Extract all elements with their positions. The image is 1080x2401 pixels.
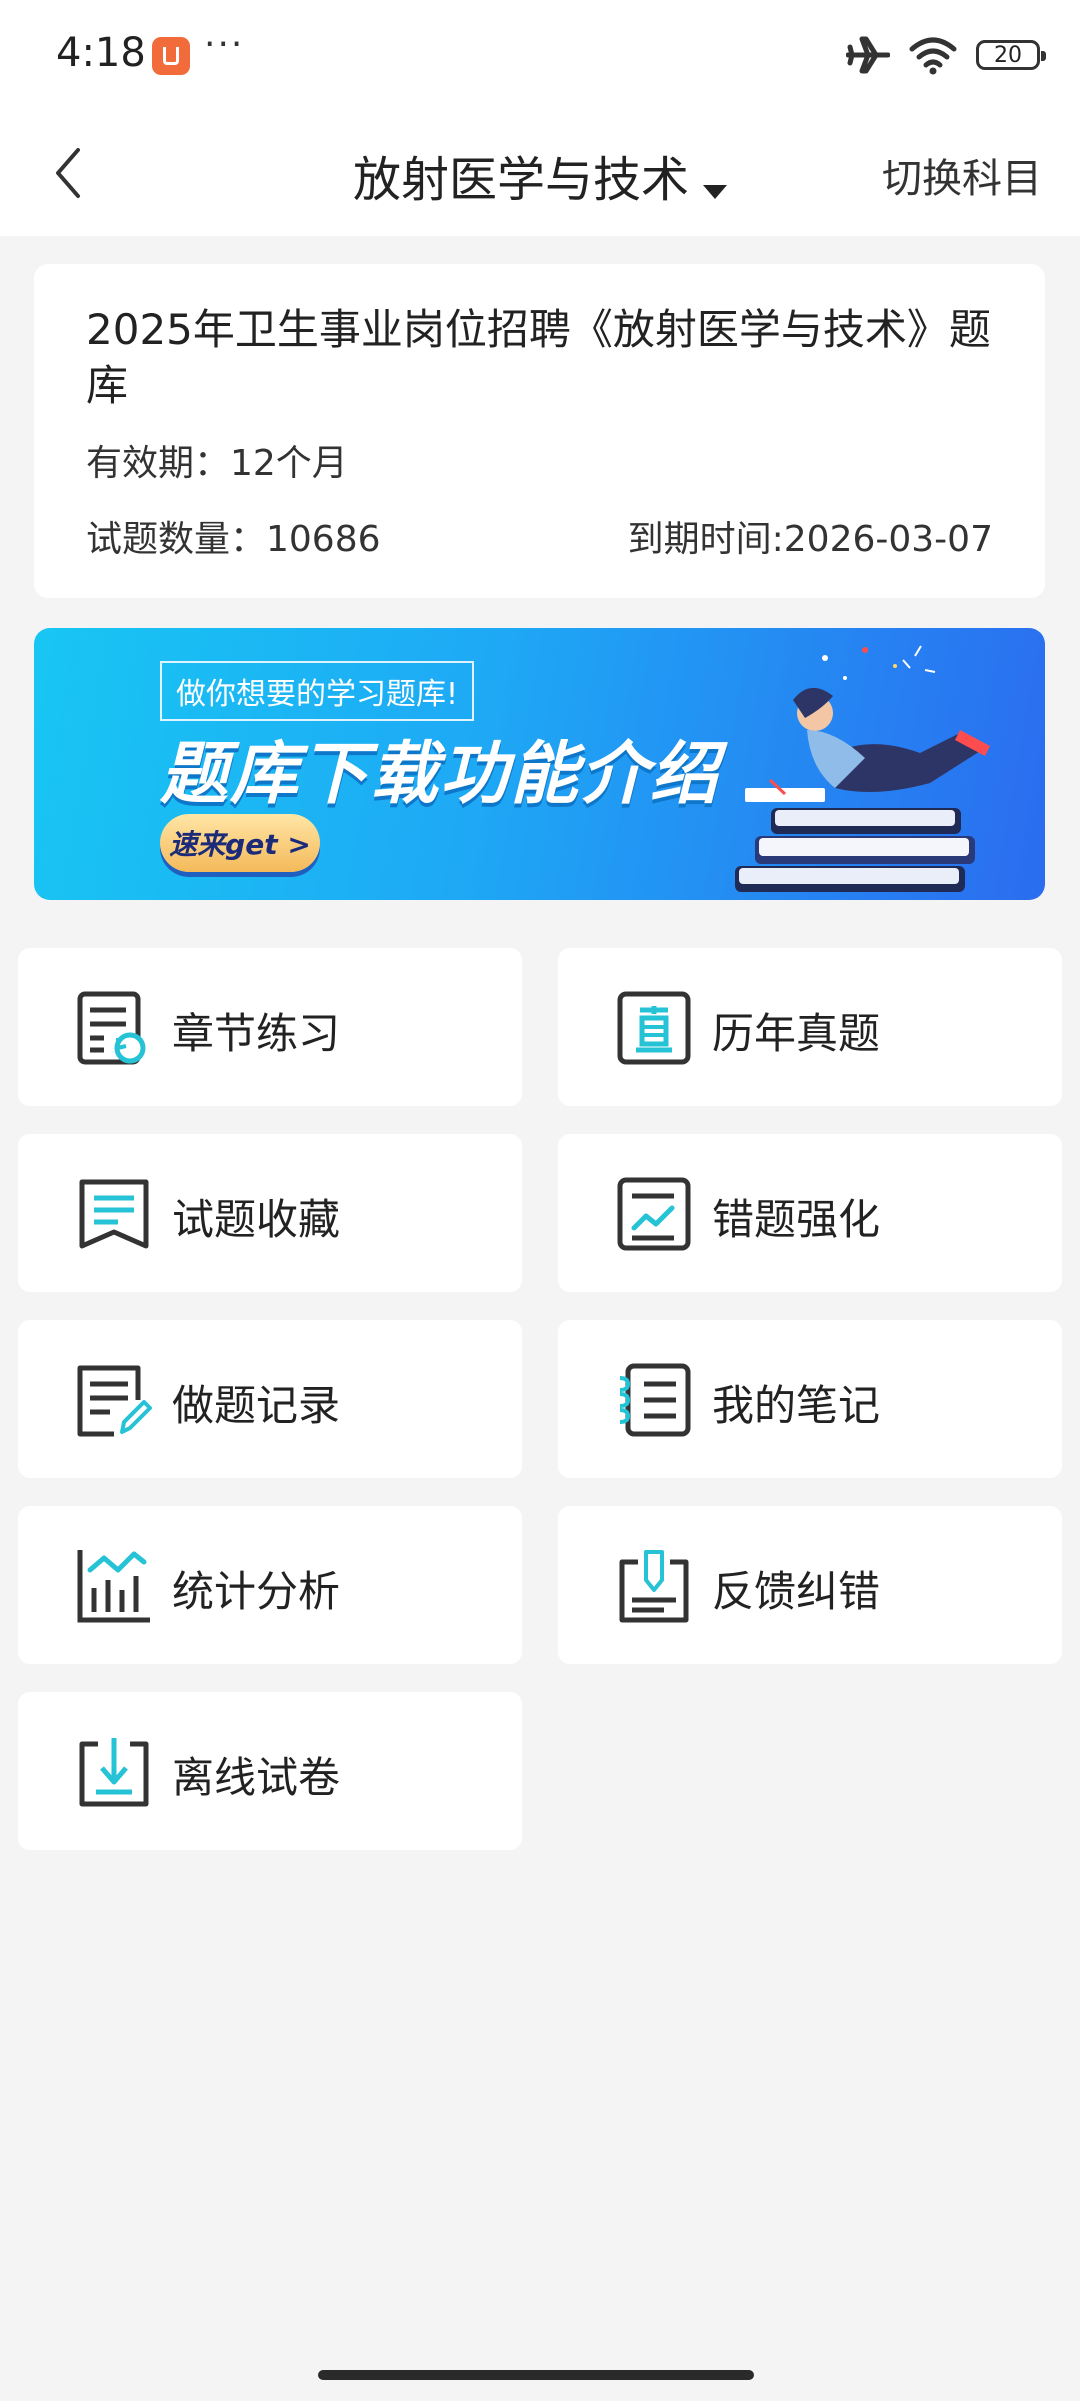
battery-icon: 20	[976, 40, 1046, 70]
notes-icon	[619, 1363, 691, 1437]
switch-subject-button[interactable]: 切换科目	[882, 146, 1042, 204]
menu-label: 试题收藏	[172, 1195, 341, 1244]
mistakes-icon	[617, 1177, 691, 1251]
question-bank-title: 2025年卫生事业岗位招聘《放射医学与技术》题库	[86, 305, 991, 410]
status-time: 4:18	[56, 30, 146, 76]
menu-tile-favorites[interactable]: 试题收藏	[18, 1134, 522, 1292]
menu-label: 我的笔记	[712, 1381, 881, 1430]
student-reading-illustration	[735, 645, 990, 892]
validity-row: 有效期：12个月	[86, 434, 993, 486]
menu-tile-feedback[interactable]: 反馈纠错	[558, 1506, 1062, 1664]
airplane-mode-icon	[846, 36, 890, 74]
home-indicator[interactable]	[318, 2370, 754, 2380]
notification-app-icon	[152, 37, 190, 75]
menu-tile-chapter-practice[interactable]: 章节练习	[18, 948, 522, 1106]
question-count-text: 试题数量：10686	[86, 519, 381, 560]
feedback-icon	[619, 1550, 689, 1623]
menu-label: 做题记录	[172, 1381, 341, 1430]
dropdown-caret-icon[interactable]	[703, 184, 727, 199]
count-expiry-row: 试题数量：10686 到期时间:2026-03-07	[86, 510, 993, 562]
status-bar: 4:18 ··· 20	[0, 0, 1080, 110]
banner-headline: 题库下载功能介绍	[160, 735, 721, 814]
banner-tagline: 做你想要的学习题库!	[160, 661, 475, 721]
menu-tile-offline-papers[interactable]: 离线试卷	[18, 1692, 522, 1850]
promo-banner[interactable]: 做你想要的学习题库! 题库下载功能介绍 速来get >	[34, 628, 1045, 900]
wifi-icon	[909, 37, 957, 75]
chapter-practice-icon	[77, 991, 146, 1065]
battery-level: 20	[994, 42, 1022, 68]
menu-tile-statistics[interactable]: 统计分析	[18, 1506, 522, 1664]
menu-label: 统计分析	[172, 1567, 341, 1616]
question-bank-info-card: 2025年卫生事业岗位招聘《放射医学与技术》题库 有效期：12个月 试题数量：1…	[34, 264, 1045, 598]
banner-cta-button[interactable]: 速来get >	[160, 814, 320, 872]
favorites-icon	[79, 1179, 149, 1249]
menu-tile-past-exams[interactable]: 历年真题	[558, 948, 1062, 1106]
menu-tile-notes[interactable]: 我的笔记	[558, 1320, 1062, 1478]
past-exams-icon	[617, 991, 691, 1065]
offline-download-icon	[79, 1738, 149, 1807]
menu-label: 离线试卷	[172, 1753, 341, 1802]
menu-label: 历年真题	[712, 1009, 881, 1058]
menu-tile-records[interactable]: 做题记录	[18, 1320, 522, 1478]
more-notifications-icon: ···	[204, 24, 245, 65]
menu-label: 章节练习	[172, 1009, 341, 1058]
status-icons: 20	[846, 30, 1046, 80]
page-title[interactable]: 放射医学与技术	[353, 152, 689, 208]
menu-label: 反馈纠错	[712, 1567, 881, 1616]
menu-tile-mistakes[interactable]: 错题强化	[558, 1134, 1062, 1292]
validity-text: 有效期：12个月	[86, 443, 348, 484]
records-icon	[77, 1365, 152, 1437]
top-navigation-bar: 放射医学与技术 切换科目	[0, 110, 1080, 236]
statistics-icon	[77, 1550, 150, 1623]
menu-label: 错题强化	[712, 1195, 881, 1244]
expiry-date-text: 到期时间:2026-03-07	[627, 519, 993, 560]
